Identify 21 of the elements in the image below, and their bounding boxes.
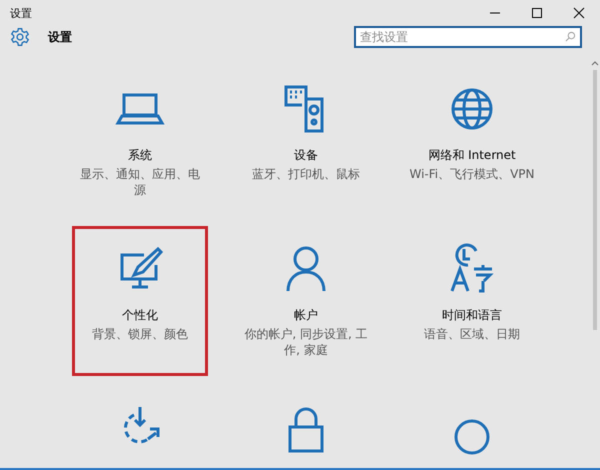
search-icon[interactable] xyxy=(565,31,576,42)
tile-description: 显示、通知、应用、电源 xyxy=(79,166,201,198)
tile-description: 语音、区域、日期 xyxy=(423,326,521,342)
scrollbar-thumb[interactable] xyxy=(593,70,597,330)
close-icon xyxy=(573,7,585,19)
tile-description: 你的帐户, 同步设置, 工作, 家庭 xyxy=(243,326,369,358)
page-title: 设置 xyxy=(48,28,73,46)
tile-title[interactable]: 时间和语言 xyxy=(442,307,502,324)
tile-description: 蓝牙、打印机、鼠标 xyxy=(251,166,361,182)
tile-title[interactable]: 设备 xyxy=(294,147,318,164)
tile-description: Wi-Fi、飞行模式、VPN xyxy=(409,166,535,182)
tile-title[interactable]: 个性化 xyxy=(122,307,158,324)
window-title: 设置 xyxy=(10,6,33,20)
tile-title[interactable]: 系统 xyxy=(128,147,152,164)
settings-icon xyxy=(10,27,30,47)
search-field[interactable]: 查找设置 xyxy=(354,26,582,48)
tile-title[interactable]: 帐户 xyxy=(294,307,318,324)
maximize-icon xyxy=(531,7,543,19)
tile-description: 背景、锁屏、颜色 xyxy=(91,326,189,342)
tile-title[interactable]: 网络和 Internet xyxy=(428,147,516,164)
scroll-up-icon[interactable] xyxy=(591,60,599,66)
